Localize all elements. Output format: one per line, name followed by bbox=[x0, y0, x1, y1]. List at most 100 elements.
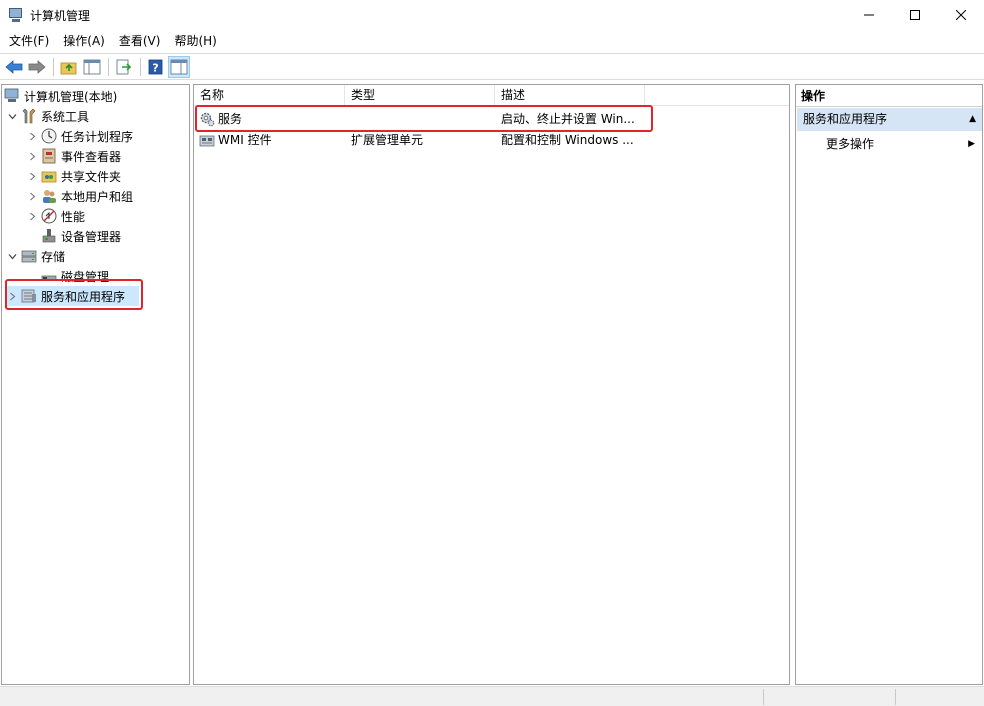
list-header: 名称 类型 描述 bbox=[194, 85, 789, 106]
users-icon bbox=[41, 188, 57, 204]
tree-item-label: 事件查看器 bbox=[61, 149, 122, 164]
row-type: 扩展管理单元 bbox=[351, 133, 424, 147]
chevron-right-icon[interactable] bbox=[26, 206, 38, 226]
close-button[interactable] bbox=[938, 0, 984, 30]
tree-item-label: 任务计划程序 bbox=[61, 129, 134, 144]
window-title: 计算机管理 bbox=[30, 8, 91, 23]
chevron-right-icon[interactable] bbox=[26, 146, 38, 166]
maximize-button[interactable] bbox=[892, 0, 938, 30]
back-button[interactable] bbox=[3, 56, 25, 78]
tree-item-shared-folders[interactable]: 共享文件夹 bbox=[26, 166, 121, 186]
tree-item-label: 磁盘管理 bbox=[61, 269, 110, 284]
column-header-name[interactable]: 名称 bbox=[194, 85, 345, 106]
row-description: 启动、终止并设置 Win... bbox=[501, 112, 635, 126]
forward-button[interactable] bbox=[26, 56, 48, 78]
shared-folder-icon bbox=[41, 168, 57, 184]
tree-item-label: 本地用户和组 bbox=[61, 189, 134, 204]
tree-item-system-tools[interactable]: 系统工具 bbox=[6, 106, 89, 126]
row-name: 服务 bbox=[218, 112, 243, 126]
chevron-right-icon[interactable] bbox=[26, 166, 38, 186]
show-hide-action-pane-button[interactable] bbox=[168, 55, 190, 78]
actions-pane: 操作 服务和应用程序 ▲ 更多操作 ▶ bbox=[795, 84, 983, 685]
export-list-icon bbox=[116, 59, 132, 74]
tree-item-label: 系统工具 bbox=[41, 109, 90, 124]
storage-icon bbox=[21, 248, 37, 264]
toolbar-separator bbox=[53, 57, 54, 76]
tree-item-label: 服务和应用程序 bbox=[41, 289, 126, 304]
tree-item-label: 设备管理器 bbox=[61, 229, 122, 244]
toolbar-separator bbox=[140, 57, 141, 76]
tree-item-device-manager[interactable]: 设备管理器 bbox=[38, 226, 121, 246]
row-type bbox=[351, 109, 491, 130]
status-divider bbox=[895, 689, 896, 705]
wmi-control-icon bbox=[199, 132, 215, 148]
chevron-right-icon[interactable] bbox=[6, 286, 18, 306]
column-header-type[interactable]: 类型 bbox=[345, 85, 495, 106]
row-description: 配置和控制 Windows ... bbox=[501, 133, 634, 147]
row-name: WMI 控件 bbox=[218, 133, 272, 147]
show-hide-action-pane-icon bbox=[170, 59, 188, 74]
more-actions-item[interactable]: 更多操作 ▶ bbox=[796, 133, 982, 155]
tree-item-label: 性能 bbox=[61, 209, 86, 224]
actions-title: 操作 bbox=[796, 85, 982, 107]
status-bar bbox=[0, 686, 984, 706]
list-row-wmi-control[interactable]: WMI 控件 扩展管理单元 配置和控制 Windows ... bbox=[194, 130, 789, 151]
close-icon bbox=[956, 10, 966, 20]
help-button[interactable]: ? bbox=[145, 56, 167, 78]
menu-action[interactable]: 操作(A) bbox=[56, 30, 112, 52]
tree-item-storage[interactable]: 存储 bbox=[6, 246, 65, 266]
clock-icon bbox=[41, 128, 57, 144]
event-viewer-icon bbox=[41, 148, 57, 164]
status-divider bbox=[763, 689, 764, 705]
menu-file[interactable]: 文件(F) bbox=[2, 30, 56, 52]
content-list[interactable]: 名称 类型 描述 服务 启动、终止并设置 Win... WMI 控件 扩展管理单… bbox=[193, 84, 790, 685]
menu-bar: 文件(F) 操作(A) 查看(V) 帮助(H) bbox=[0, 30, 984, 52]
menu-view[interactable]: 查看(V) bbox=[112, 30, 168, 52]
show-hide-tree-button[interactable] bbox=[81, 56, 103, 78]
up-folder-icon bbox=[60, 62, 77, 74]
maximize-icon bbox=[910, 10, 920, 20]
disk-icon bbox=[41, 268, 57, 284]
svg-text:?: ? bbox=[152, 61, 158, 74]
minimize-icon bbox=[864, 14, 874, 16]
chevron-down-icon[interactable] bbox=[6, 246, 18, 266]
services-gear-icon bbox=[199, 111, 215, 127]
show-hide-tree-icon bbox=[83, 59, 101, 74]
export-list-button[interactable] bbox=[113, 56, 135, 78]
column-header-description[interactable]: 描述 bbox=[495, 85, 645, 106]
services-applications-icon bbox=[21, 288, 37, 304]
collapse-up-icon[interactable]: ▲ bbox=[969, 108, 976, 131]
tree-item-label: 计算机管理(本地) bbox=[24, 89, 118, 104]
back-arrow-icon bbox=[5, 59, 23, 74]
tree-item-local-users-groups[interactable]: 本地用户和组 bbox=[26, 186, 133, 206]
tree-item-services-applications[interactable]: 服务和应用程序 bbox=[6, 286, 139, 306]
chevron-down-icon[interactable] bbox=[6, 106, 18, 126]
computer-management-icon bbox=[4, 88, 20, 104]
tree-item-disk-management[interactable]: 磁盘管理 bbox=[38, 266, 109, 286]
chevron-right-icon[interactable] bbox=[26, 126, 38, 146]
tree-item-label: 共享文件夹 bbox=[61, 169, 122, 184]
computer-management-icon bbox=[8, 7, 24, 23]
more-actions-label: 更多操作 bbox=[826, 137, 875, 151]
title-bar: 计算机管理 bbox=[0, 0, 984, 30]
tree-item-label: 存储 bbox=[41, 249, 66, 264]
navigation-tree[interactable]: 计算机管理(本地) 系统工具 任务计划程序 事件查看器 共享文件夹 本地用户和组… bbox=[1, 84, 190, 685]
tree-item-event-viewer[interactable]: 事件查看器 bbox=[26, 146, 121, 166]
device-manager-icon bbox=[41, 228, 57, 244]
actions-section-label: 服务和应用程序 bbox=[803, 112, 888, 126]
tree-item-performance[interactable]: 性能 bbox=[26, 206, 85, 226]
performance-icon bbox=[41, 208, 57, 224]
menu-help[interactable]: 帮助(H) bbox=[167, 30, 223, 52]
forward-arrow-icon bbox=[28, 59, 46, 74]
tree-item-root[interactable]: 计算机管理(本地) bbox=[4, 86, 117, 106]
up-one-level-button[interactable] bbox=[58, 56, 80, 78]
toolbar: ? bbox=[0, 53, 984, 80]
actions-section-header[interactable]: 服务和应用程序 ▲ bbox=[797, 108, 982, 131]
chevron-right-icon[interactable] bbox=[26, 186, 38, 206]
tree-item-task-scheduler[interactable]: 任务计划程序 bbox=[26, 126, 133, 146]
system-tools-icon bbox=[21, 108, 37, 124]
toolbar-separator bbox=[108, 57, 109, 76]
list-row-services[interactable]: 服务 启动、终止并设置 Win... bbox=[194, 109, 789, 130]
help-icon: ? bbox=[148, 59, 163, 74]
minimize-button[interactable] bbox=[846, 0, 892, 30]
